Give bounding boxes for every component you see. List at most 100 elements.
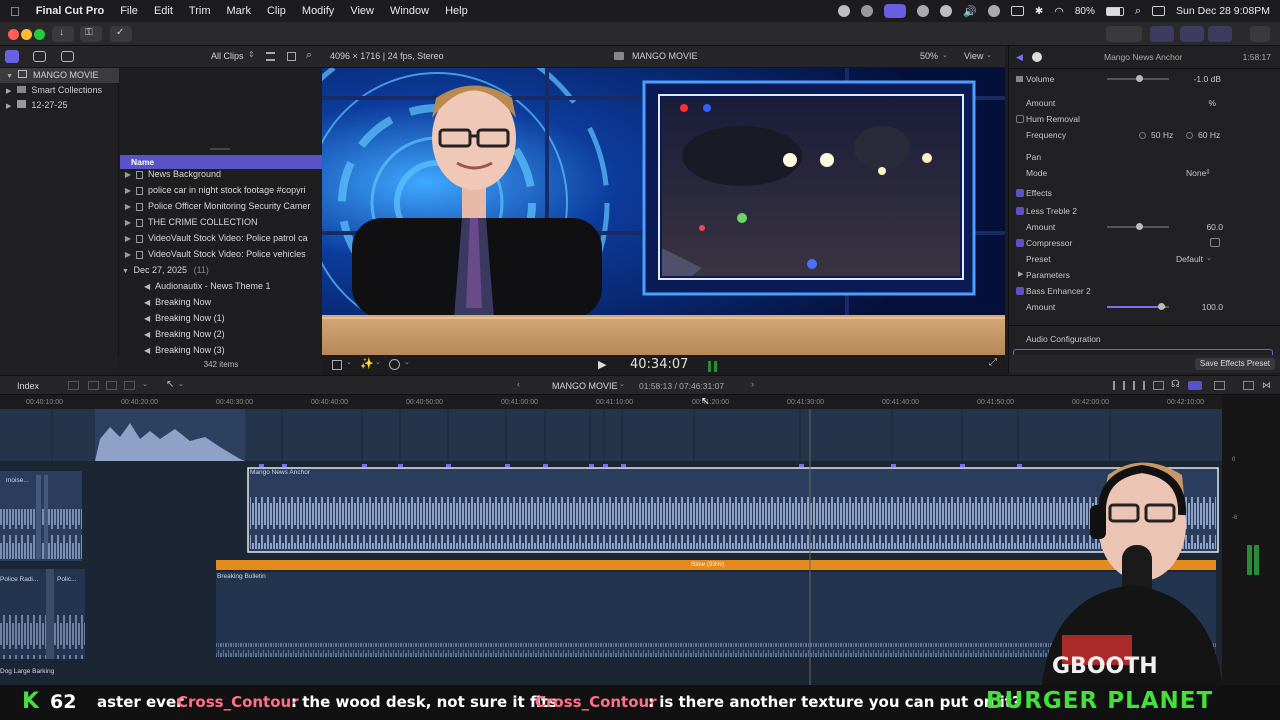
zoom-out-icon[interactable] [1113, 381, 1125, 390]
less-treble-checkbox[interactable] [1016, 207, 1024, 215]
amount-percent[interactable]: % [1208, 95, 1216, 111]
app-menu[interactable]: Final Cut Pro [36, 5, 104, 17]
insert-icon[interactable] [106, 381, 117, 390]
library-mango-movie[interactable]: ▼ MANGO MOVIE [0, 68, 119, 83]
audio-inspector-icon[interactable]: ◀ [1016, 49, 1023, 65]
disclosure-triangle-icon[interactable]: ▶ [120, 215, 136, 230]
chevron-down-icon[interactable]: ⌄ [404, 358, 410, 366]
chevron-down-icon[interactable]: ⌄ [346, 358, 352, 366]
show-browser-button[interactable] [1150, 26, 1174, 42]
menu-window[interactable]: Window [390, 5, 429, 17]
play-circle-icon[interactable] [940, 5, 953, 17]
overwrite-icon[interactable] [124, 381, 135, 390]
less-treble-amount[interactable]: 60.0 [1206, 219, 1223, 235]
bass-enhancer-checkbox[interactable] [1016, 287, 1024, 295]
keyword-button[interactable]: ⚿ [80, 26, 102, 42]
chevron-down-icon[interactable]: ⌄ [375, 358, 381, 366]
compressor-checkbox[interactable] [1016, 239, 1024, 247]
timecode-display[interactable]: 40:34:07 [630, 357, 688, 372]
chevron-down-icon[interactable]: ⌄ [178, 380, 184, 388]
menu-trim[interactable]: Trim [189, 5, 211, 17]
radio-icon[interactable] [1139, 132, 1146, 139]
background-tasks-button[interactable]: ✓ [110, 26, 132, 42]
photos-audio-icon[interactable] [33, 51, 46, 62]
viewer-canvas[interactable] [322, 68, 1005, 355]
transform-icon[interactable] [332, 360, 342, 370]
speed-icon[interactable] [389, 359, 400, 370]
disclosure-triangle-icon[interactable]: ▶ [120, 247, 136, 262]
enhance-icon[interactable]: ✨ [360, 357, 374, 370]
radio-icon[interactable] [1186, 132, 1193, 139]
disclosure-triangle-icon[interactable]: ▼ [6, 73, 13, 80]
menu-modify[interactable]: Modify [302, 5, 334, 17]
timeline-project-name[interactable]: MANGO MOVIE [552, 381, 618, 391]
solo-icon[interactable] [1188, 381, 1202, 390]
clip-row[interactable]: ▶ News Background [120, 166, 322, 182]
clip-appearance-icon[interactable] [68, 381, 79, 390]
hum-removal-checkbox[interactable] [1016, 115, 1024, 123]
clip-appearance-icon[interactable] [287, 52, 296, 61]
freq-50-option[interactable]: 50 Hz [1151, 127, 1173, 143]
bass-knob[interactable] [1158, 303, 1165, 310]
menu-help[interactable]: Help [445, 5, 468, 17]
browser-resize-handle[interactable] [210, 148, 230, 150]
skimming-icon[interactable] [1153, 381, 1164, 390]
share-button[interactable] [1250, 26, 1270, 42]
effects-browser-icon[interactable] [1243, 381, 1254, 390]
chevron-down-icon[interactable]: ⌄ [619, 380, 625, 388]
timeline-ruler[interactable]: 00:40:10:00 00:40:20:00 00:40:30:00 00:4… [0, 395, 1222, 409]
clip-row[interactable]: ▶ Police Officer Monitoring Security Came… [120, 198, 322, 214]
disclosure-triangle-icon[interactable]: ▶ [6, 88, 11, 95]
menu-edit[interactable]: Edit [154, 5, 173, 17]
disclosure-triangle-icon[interactable]: ▶ [120, 183, 136, 198]
back-arrow-icon[interactable]: ‹ [517, 379, 520, 389]
show-inspector-button[interactable] [1208, 26, 1232, 42]
freq-60-option[interactable]: 60 Hz [1198, 127, 1220, 143]
transitions-icon[interactable]: ⋈ [1262, 380, 1271, 391]
timeline-tracks[interactable]: moise... Mango News Anchor Slow (93%) Br… [0, 409, 1222, 685]
share-layout-button[interactable] [1106, 26, 1142, 42]
zoom-in-icon[interactable] [1133, 381, 1145, 390]
clip-row[interactable]: ▶ VideoVault Stock Video: Police patrol c… [120, 230, 322, 246]
menu-clip[interactable]: Clip [267, 5, 286, 17]
import-button[interactable]: ↓ [52, 26, 74, 42]
libraries-icon[interactable] [5, 50, 19, 63]
chevron-down-icon[interactable]: ⌄ [142, 380, 148, 388]
save-effects-preset-button[interactable]: Save Effects Preset [1194, 358, 1275, 370]
control-center-icon[interactable] [1152, 6, 1166, 16]
show-timeline-button[interactable] [1180, 26, 1204, 42]
info-icon[interactable] [1032, 52, 1042, 62]
bass-amount[interactable]: 100.0 [1202, 299, 1223, 315]
sync-icon[interactable] [861, 5, 874, 17]
clip-row[interactable]: ▶ police car in night stock footage #copy… [120, 182, 322, 198]
clock-icon[interactable] [987, 5, 1000, 17]
clip-row[interactable]: ▶ THE CRIME COLLECTION [120, 214, 322, 230]
date-group-row[interactable]: ▼ Dec 27, 2025 (11) [120, 262, 322, 278]
close-button[interactable] [8, 29, 19, 40]
zoom-button[interactable] [34, 29, 45, 40]
smart-collections[interactable]: ▶ Smart Collections [0, 83, 119, 98]
effects-checkbox[interactable] [1016, 189, 1024, 197]
volume-value[interactable]: -1.0 dB [1194, 71, 1221, 87]
retime-label[interactable]: Slow (93%) [691, 561, 724, 568]
bluetooth-icon[interactable]: ✱ [1035, 6, 1043, 17]
disclosure-triangle-icon[interactable]: ▼ [120, 264, 131, 278]
volume-knob[interactable] [1136, 75, 1143, 82]
audio-clip-row[interactable]: ◀ Breaking Now (2) [120, 326, 322, 342]
less-treble-knob[interactable] [1136, 223, 1143, 230]
volume-icon[interactable]: 🔊 [963, 5, 977, 18]
mode-dropdown[interactable]: None [1186, 165, 1206, 181]
select-tool-icon[interactable]: ↖ [166, 379, 174, 390]
disclosure-triangle-icon[interactable]: ▶ [120, 231, 136, 246]
disclosure-triangle-icon[interactable]: ▶ [1018, 267, 1023, 283]
display-icon[interactable] [1010, 6, 1024, 16]
grid-icon[interactable] [917, 5, 930, 17]
menu-mark[interactable]: Mark [227, 5, 251, 17]
connect-icon[interactable] [88, 381, 99, 390]
disclosure-triangle-icon[interactable]: ▶ [6, 103, 11, 110]
titles-generators-icon[interactable] [61, 51, 74, 62]
filmstrip-view-icon[interactable] [266, 52, 275, 61]
headphones-icon[interactable]: ☊ [1171, 379, 1180, 390]
forward-arrow-icon[interactable]: › [751, 379, 754, 389]
index-button[interactable]: Index [17, 381, 39, 391]
